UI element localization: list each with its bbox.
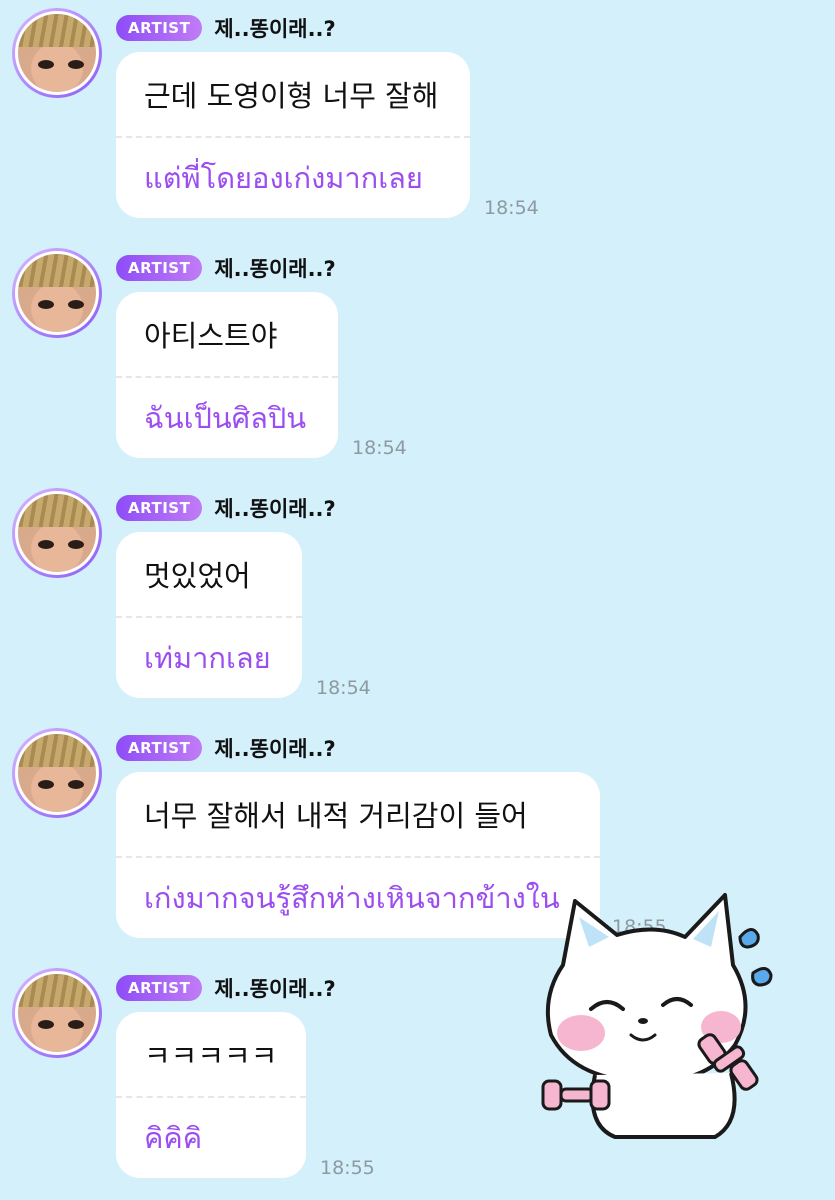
message-bubble[interactable]: 아티스트야 ฉันเป็นศิลปิน — [116, 292, 338, 458]
message-header: ARTIST 제..똥이래..? — [116, 494, 336, 522]
message-bubble[interactable]: 멋있었어 เท่มากเลย — [116, 532, 302, 698]
avatar[interactable] — [12, 248, 102, 338]
timestamp: 18:55 — [320, 1157, 375, 1179]
sender-name: 제..똥이래..? — [214, 497, 336, 521]
message-bubble[interactable]: 너무 잘해서 내적 거리감이 들어 เก่งมากจนรู้สึกห่างเหิ… — [116, 772, 600, 938]
timestamp: 18:54 — [484, 197, 539, 219]
artist-badge: ARTIST — [116, 495, 203, 521]
translated-text: คิคิคิ — [144, 1121, 203, 1155]
artist-badge: ARTIST — [116, 15, 203, 41]
avatar[interactable] — [12, 8, 102, 98]
message-bubble[interactable]: ㅋㅋㅋㅋㅋ คิคิคิ — [116, 1012, 306, 1178]
artist-badge: ARTIST — [116, 255, 203, 281]
message-header: ARTIST 제..똥이래..? — [116, 254, 336, 282]
original-text: 멋있었어 — [144, 559, 251, 593]
artist-badge: ARTIST — [116, 975, 203, 1001]
original-text: ㅋㅋㅋㅋㅋ — [144, 1039, 278, 1073]
sender-name: 제..똥이래..? — [214, 977, 336, 1001]
sender-name: 제..똥이래..? — [214, 257, 336, 281]
message-header: ARTIST 제..똥이래..? — [116, 974, 336, 1002]
sender-name: 제..똥이래..? — [214, 737, 336, 761]
message-header: ARTIST 제..똥이래..? — [116, 14, 336, 42]
translated-text: เท่มากเลย — [144, 641, 271, 675]
artist-badge: ARTIST — [116, 735, 203, 761]
avatar[interactable] — [12, 728, 102, 818]
avatar[interactable] — [12, 488, 102, 578]
original-text: 너무 잘해서 내적 거리감이 들어 — [144, 799, 528, 833]
message-header: ARTIST 제..똥이래..? — [116, 734, 336, 762]
translated-text: แต่พี่โดยองเก่งมากเลย — [144, 161, 423, 195]
message-bubble[interactable]: 근데 도영이형 너무 잘해 แต่พี่โดยองเก่งมากเลย — [116, 52, 470, 218]
sender-name: 제..똥이래..? — [214, 17, 336, 41]
timestamp: 18:54 — [316, 677, 371, 699]
translated-text: ฉันเป็นศิลปิน — [144, 401, 307, 435]
original-text: 근데 도영이형 너무 잘해 — [144, 79, 439, 113]
avatar[interactable] — [12, 968, 102, 1058]
original-text: 아티스트야 — [144, 319, 278, 353]
translated-text: เก่งมากจนรู้สึกห่างเหินจากข้างใน — [144, 881, 560, 915]
cat-sticker-icon[interactable] — [535, 885, 785, 1145]
timestamp: 18:54 — [352, 437, 407, 459]
